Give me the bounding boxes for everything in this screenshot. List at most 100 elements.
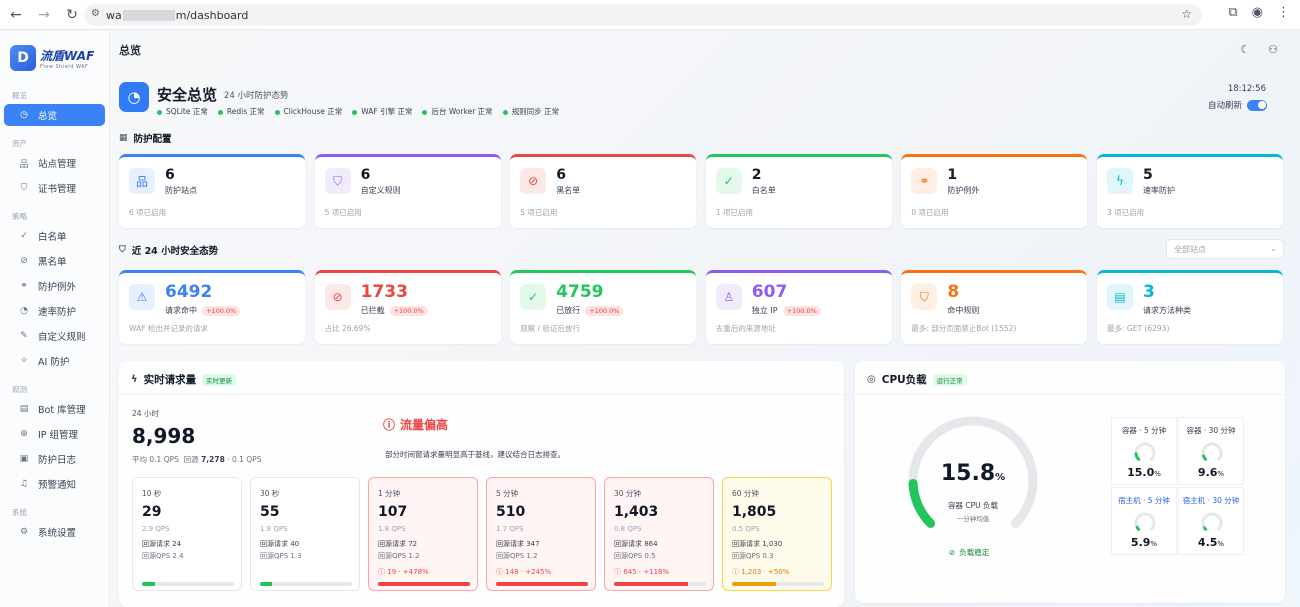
config-card[interactable]: ⛉ 6 自定义规则 5 项已启用 bbox=[314, 154, 501, 228]
gauge-track bbox=[1134, 512, 1156, 531]
config-card[interactable]: ✓ 2 白名单 1 项已启用 bbox=[705, 154, 892, 228]
sidebar-item[interactable]: ⚙ 系统设置 bbox=[4, 521, 105, 543]
extensions-icon[interactable]: ⧉ bbox=[1228, 5, 1237, 20]
trend-card[interactable]: ✓ 4759 已放行 +100.0% 观察 / 验证后放行 bbox=[510, 270, 697, 344]
change-badge: +100.0% bbox=[202, 306, 241, 316]
profile-icon[interactable]: ◉ bbox=[1252, 5, 1263, 20]
sidebar-item[interactable]: 品站点管理 bbox=[4, 152, 105, 174]
config-card-foot: 3 项已启用 bbox=[1107, 208, 1145, 217]
main-content: 总览 ☾ ⚇ ◔ 安全总览 24 小时防护态势 SQLite 正常 Redis 正… bbox=[111, 31, 1300, 607]
bolt-icon: ϟ bbox=[131, 374, 138, 385]
alert-circle-icon: ⓘ bbox=[732, 568, 742, 576]
trend-card-value: 607 bbox=[751, 282, 788, 302]
sidebar-item[interactable]: ✧ AI 防护 bbox=[4, 350, 105, 372]
trend-card[interactable]: ⊘ 1733 已拦截 +100.0% 占比 26.69% bbox=[314, 270, 501, 344]
service-status-text: SQLite 正常 bbox=[166, 107, 208, 116]
window-qps: 0.8 QPS bbox=[614, 525, 642, 533]
window-label: 30 秒 bbox=[260, 489, 280, 498]
window-qps: 0.5 QPS bbox=[732, 525, 760, 533]
moon-icon[interactable]: ☾ bbox=[1240, 43, 1250, 56]
brand-logo[interactable]: D 流盾WAF Flow Shield WAF bbox=[10, 43, 109, 73]
realtime-title: 实时请求量 bbox=[143, 374, 197, 386]
small-gauge-value: 5.9% bbox=[1112, 536, 1176, 549]
log-icon: ▣ bbox=[19, 454, 29, 464]
small-gauge-unit: % bbox=[1154, 470, 1161, 478]
shield-icon: ⛉ bbox=[324, 168, 351, 194]
window-label: 60 分钟 bbox=[732, 489, 759, 498]
chevron-down-icon: ⌄ bbox=[1270, 244, 1277, 253]
reload-icon[interactable]: ↻ bbox=[60, 3, 84, 27]
trend-card-foot: 占比 26.69% bbox=[324, 324, 371, 333]
sidebar-item[interactable]: ✎ 自定义规则 bbox=[4, 325, 105, 347]
shield-icon: ⛉ bbox=[20, 183, 28, 193]
trend-card-foot: 最多: GET (6293) bbox=[1107, 324, 1170, 333]
window-progress-fill bbox=[142, 582, 155, 586]
sidebar-item[interactable]: ▣ 防护日志 bbox=[4, 448, 105, 470]
window-progress-bar bbox=[614, 582, 706, 586]
small-gauge-arc bbox=[1201, 512, 1223, 531]
back-icon[interactable]: ← bbox=[4, 3, 28, 27]
config-card-value: 6 bbox=[360, 167, 371, 183]
auto-refresh[interactable]: 自动刷新 bbox=[1208, 99, 1267, 111]
status-dot bbox=[422, 109, 428, 115]
bookmark-star-icon[interactable]: ☆ bbox=[1181, 7, 1192, 21]
config-card[interactable]: ⊘ 6 黑名单 5 项已启用 bbox=[510, 154, 697, 228]
config-card-label: 自定义规则 bbox=[361, 185, 401, 196]
sidebar-item[interactable]: ⚭ 防护例外 bbox=[4, 275, 105, 297]
alert-circle-icon: ⓘ bbox=[614, 568, 624, 576]
trend-card[interactable]: ⚠ 6492 请求命中 +100.0% WAF 检出并记录的请求 bbox=[119, 270, 305, 344]
sidebar-item[interactable]: ⛉ 证书管理 bbox=[4, 177, 105, 199]
ban-icon: ⊘ bbox=[20, 256, 28, 266]
sidebar-item[interactable]: ♫ 预警通知 bbox=[4, 473, 105, 495]
user-icon: ♙ bbox=[715, 284, 742, 310]
small-gauge-title: 容器 · 30 分钟 bbox=[1186, 426, 1236, 435]
auto-refresh-toggle[interactable] bbox=[1247, 99, 1267, 111]
gauge-track bbox=[1201, 442, 1223, 461]
sidebar-item-label: 站点管理 bbox=[38, 159, 77, 170]
trend-card[interactable]: ♙ 607 独立 IP +100.0% 去重后的来源地址 bbox=[705, 270, 892, 344]
window-origin-requests: 回源请求 864 bbox=[614, 540, 658, 548]
window-delta-text: 148 · +245% bbox=[505, 568, 552, 576]
site-info-icon[interactable]: ⚙ bbox=[91, 8, 100, 19]
config-card-foot: 5 项已启用 bbox=[324, 208, 362, 217]
config-card-label: 黑名单 bbox=[556, 185, 580, 196]
window-card: 60 分钟 1,805 0.5 QPS 回源请求 1,030 回源QPS 0.3 ⓘ 1,… bbox=[722, 477, 832, 591]
service-status: 后台 Worker 正常 bbox=[422, 106, 493, 117]
site-select[interactable]: 全部站点 ⌄ bbox=[1166, 239, 1284, 259]
window-origin-requests: 回源请求 347 bbox=[496, 540, 540, 548]
user-icon[interactable]: ⚇ bbox=[1268, 43, 1278, 56]
config-card-label-text: 速率防护 bbox=[1143, 186, 1175, 195]
address-bar[interactable]: wa m/dashboard ⚙ ☆ bbox=[84, 4, 1202, 26]
config-card-value: 6 bbox=[556, 167, 566, 183]
sidebar-item[interactable]: ▤ Bot 库管理 bbox=[4, 398, 105, 420]
security-overview: ◔ 安全总览 24 小时防护态势 SQLite 正常 Redis 正常 ClickH… bbox=[119, 82, 1279, 118]
sidebar-item[interactable]: ✓ 白名单 bbox=[4, 225, 105, 247]
sidebar-item[interactable]: ◷ 总览 bbox=[4, 104, 105, 126]
sidebar-item[interactable]: ⊘ 黑名单 bbox=[4, 250, 105, 272]
trend-card-label-text: 请求方法种类 bbox=[1143, 306, 1191, 315]
sidebar-item[interactable]: ◔ 速率防护 bbox=[4, 300, 105, 322]
realtime-period: 24 小时 bbox=[132, 409, 159, 418]
trend-card-label: 请求方法种类 bbox=[1143, 305, 1191, 316]
trend-card[interactable]: ▤ 3 请求方法种类 最多: GET (6293) bbox=[1097, 270, 1283, 344]
cpu-sub: 一分钟均值 bbox=[956, 515, 990, 523]
cpu-small-gauge: 宿主机 · 5 分钟 5.9% bbox=[1111, 487, 1177, 555]
sidebar-item[interactable]: ⊕ IP 组管理 bbox=[4, 423, 105, 445]
sitemap-icon: 品 bbox=[19, 159, 29, 170]
small-gauge-value: 4.5% bbox=[1179, 536, 1243, 549]
config-card[interactable]: 品 6 防护站点 6 项已启用 bbox=[119, 154, 305, 228]
gauge-fill bbox=[1134, 452, 1141, 461]
config-card[interactable]: ϟ 5 速率防护 3 项已启用 bbox=[1097, 154, 1283, 228]
trend-card-value: 4759 bbox=[556, 282, 604, 302]
trend-card[interactable]: ⛉ 8 命中规则 最多: 部分页面禁止Bot (1552) bbox=[901, 270, 1088, 344]
window-delta: ⓘ 1,203 · +50% bbox=[732, 567, 789, 577]
sidebar-item-label: AI 防护 bbox=[38, 357, 70, 368]
realtime-total: 8,998 bbox=[132, 424, 196, 448]
forward-icon[interactable]: → bbox=[32, 3, 56, 27]
window-progress-fill bbox=[496, 582, 588, 586]
config-card[interactable]: ⚭ 1 防护例外 0 项已启用 bbox=[901, 154, 1088, 228]
small-gauge-number: 9.6 bbox=[1197, 466, 1218, 479]
grid-icon: ▦ bbox=[119, 133, 128, 143]
more-menu-icon[interactable]: ⋮ bbox=[1277, 5, 1290, 20]
page-title: 总览 bbox=[119, 44, 141, 57]
